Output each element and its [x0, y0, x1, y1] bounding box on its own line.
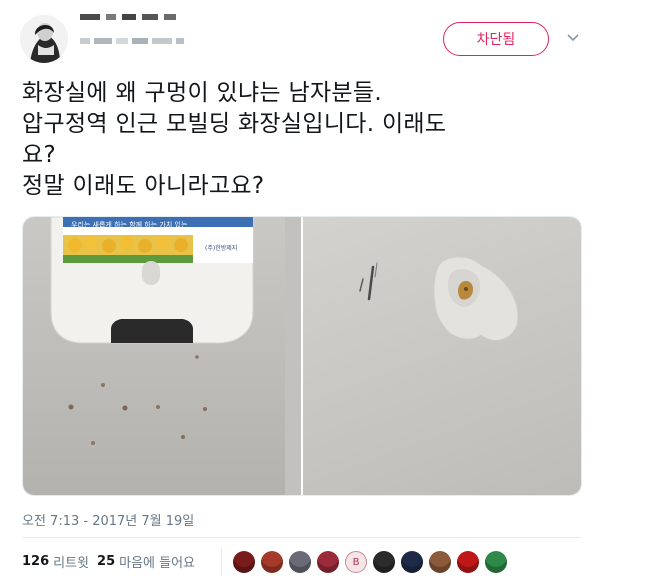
tweet-text-line: 압구정역 인근 모빌딩 화장실입니다. 이래도	[22, 111, 447, 137]
handle-pixel-block	[132, 38, 148, 44]
handle-pixel-block	[152, 38, 172, 44]
dispenser-brand-text: (주)한방제지	[205, 245, 238, 252]
name-pixel-block	[164, 14, 176, 20]
handle-pixel-block	[176, 38, 184, 44]
tweet-text-line: 화장실에 왜 구멍이 있냐는 남자분들.	[22, 80, 382, 106]
name-pixel-block	[142, 14, 158, 20]
author-avatar-image	[20, 15, 68, 63]
author-display-name[interactable]	[80, 14, 176, 20]
likers-avatar-list: B	[233, 551, 507, 573]
handle-pixel-block	[94, 38, 112, 44]
liker-avatar[interactable]	[373, 551, 395, 573]
name-pixel-block	[80, 14, 100, 20]
name-pixel-block	[106, 14, 116, 20]
likes-count: 25	[97, 554, 116, 569]
tweet-card: 차단됨 화장실에 왜 구멍이 있냐는 남자분들. 압구정역 인근 모빌딩 화장실…	[0, 0, 657, 583]
more-options-caret[interactable]	[565, 30, 581, 46]
liker-avatar[interactable]	[317, 551, 339, 573]
tweet-timestamp[interactable]: 오전 7:13 - 2017년 7월 19일	[22, 510, 194, 529]
liker-avatar[interactable]	[457, 551, 479, 573]
media-photo-dispenser[interactable]: 우리는 새롭게 하는 함께 하는 가치 있는 (주)한방제지	[23, 217, 301, 495]
hole-photo-illustration	[359, 256, 519, 341]
liker-avatar[interactable]	[429, 551, 451, 573]
retweets-label: 리트윗	[53, 556, 90, 571]
author-handle[interactable]	[80, 38, 184, 44]
liker-avatar[interactable]: B	[345, 551, 367, 573]
chevron-down-icon	[567, 34, 579, 42]
name-pixel-block	[122, 14, 136, 20]
liker-avatar[interactable]	[233, 551, 255, 573]
tweet-text-line: 정말 이래도 아니라고요?	[22, 173, 265, 199]
author-avatar[interactable]	[20, 15, 68, 63]
liker-avatar[interactable]	[289, 551, 311, 573]
liker-avatar[interactable]	[401, 551, 423, 573]
liker-avatar[interactable]	[485, 551, 507, 573]
tweet-text: 화장실에 왜 구멍이 있냐는 남자분들. 압구정역 인근 모빌딩 화장실입니다.…	[22, 78, 622, 202]
likes-label: 마음에 들어요	[119, 556, 196, 571]
retweets-stat[interactable]: 126 리트윗	[22, 552, 89, 571]
likes-stat[interactable]: 25 마음에 들어요	[97, 552, 195, 571]
dispenser-photo-illustration	[50, 217, 301, 495]
tweet-media[interactable]: 우리는 새롭게 하는 함께 하는 가치 있는 (주)한방제지	[22, 216, 582, 496]
liker-avatar[interactable]	[261, 551, 283, 573]
media-photo-hole[interactable]	[303, 217, 581, 495]
handle-pixel-block	[116, 38, 128, 44]
engagement-stats: 126 리트윗 25 마음에 들어요	[22, 552, 203, 571]
stats-separator	[221, 548, 222, 576]
meta-divider	[22, 537, 582, 538]
dispenser-sign-text: 우리는 새롭게 하는 함께 하는 가치 있는	[71, 221, 188, 229]
blocked-button[interactable]: 차단됨	[443, 22, 549, 56]
handle-pixel-block	[80, 38, 90, 44]
retweets-count: 126	[22, 554, 50, 569]
tweet-text-line: 요?	[22, 142, 56, 168]
